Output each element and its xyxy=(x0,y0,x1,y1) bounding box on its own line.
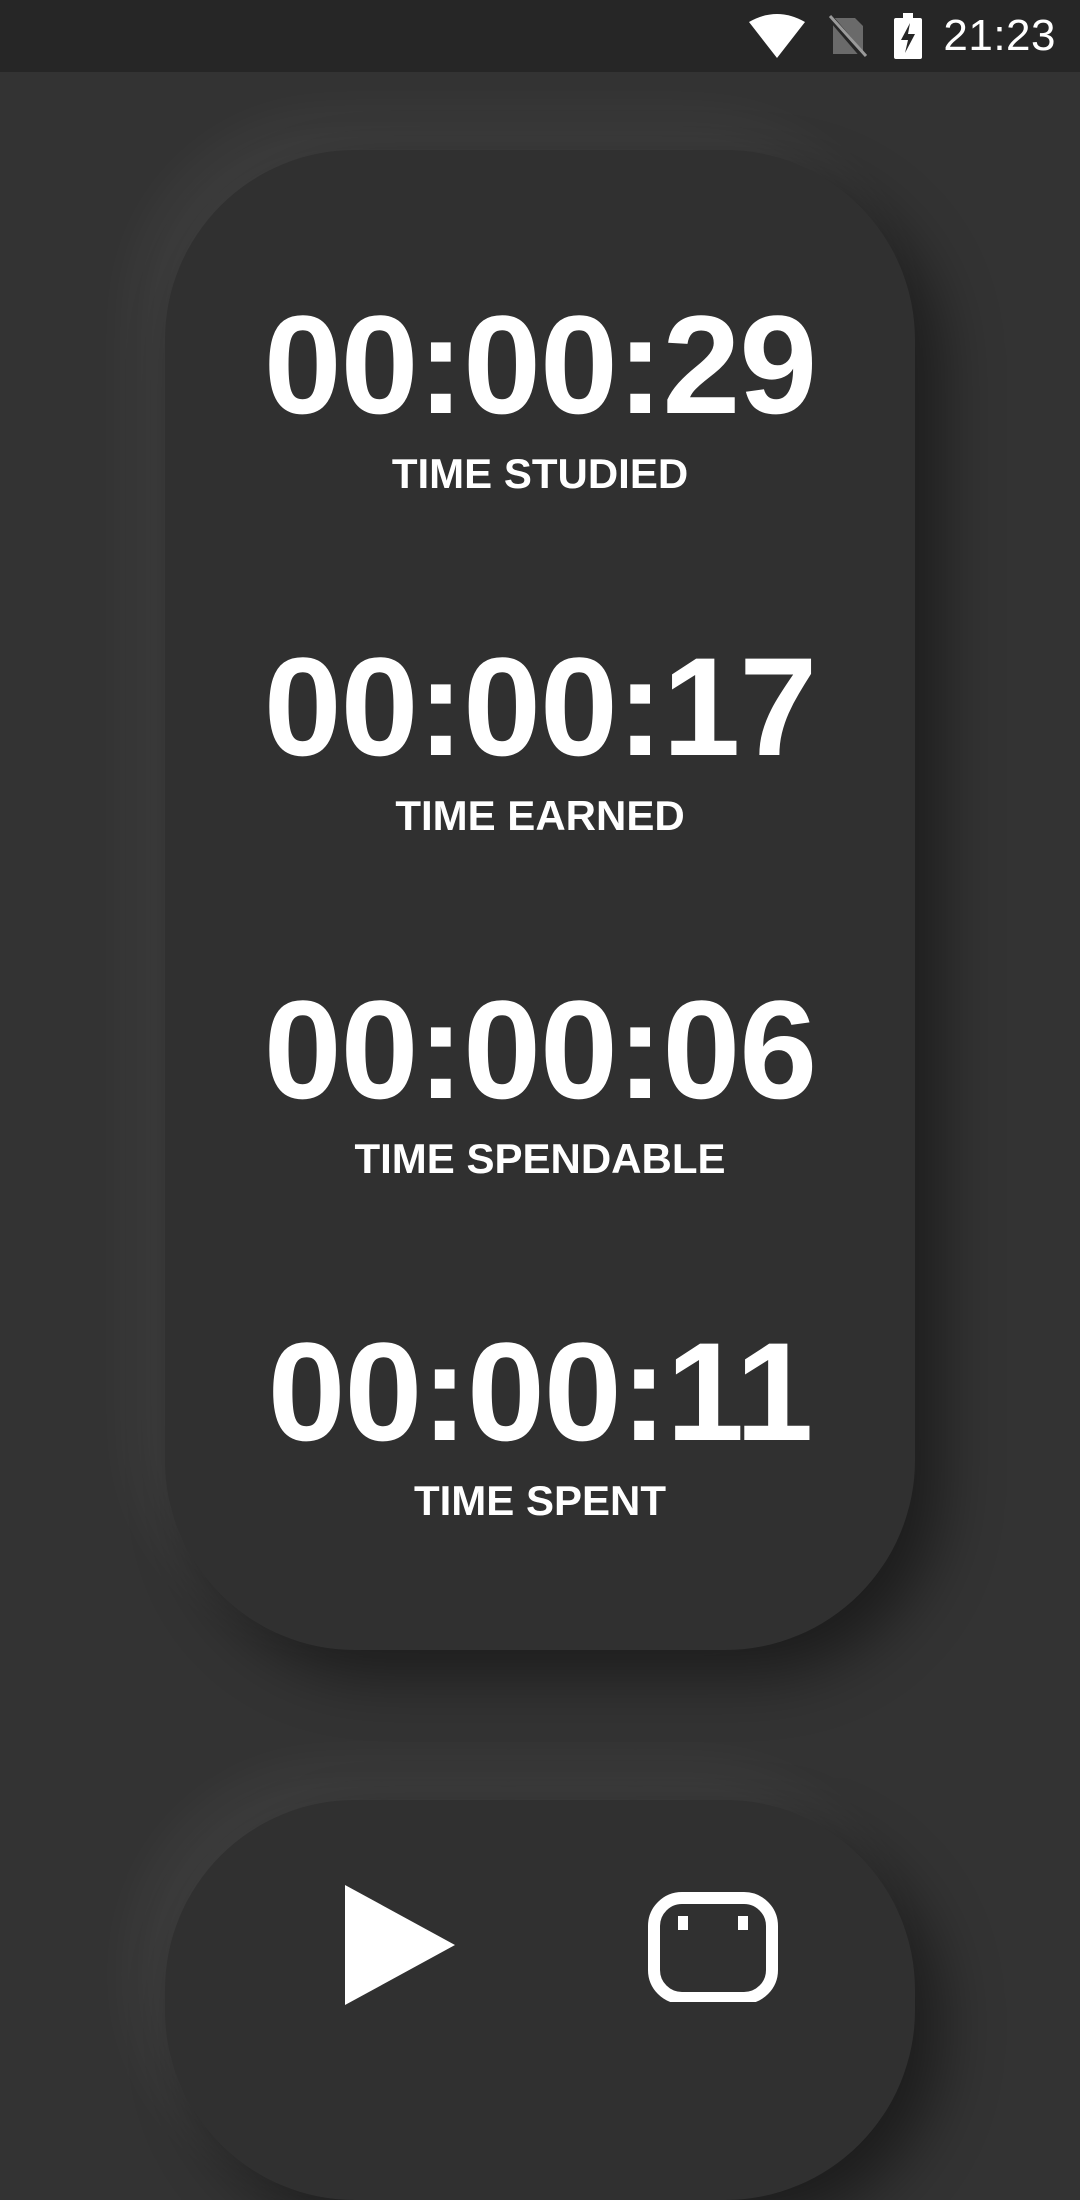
status-clock: 21:23 xyxy=(943,11,1056,60)
timer-spent: 00:00:11 TIME SPENT xyxy=(165,1322,915,1526)
time-studied-label: TIME STUDIED xyxy=(391,450,689,497)
controls-card xyxy=(165,1800,915,2200)
battery-charging-icon xyxy=(894,13,923,59)
timer-studied: 00:00:29 TIME STUDIED xyxy=(165,295,915,499)
time-spendable-label: TIME SPENDABLE xyxy=(354,1135,726,1182)
wallet-icon[interactable] xyxy=(648,1892,778,2002)
timer-spendable: 00:00:06 TIME SPENDABLE xyxy=(165,980,915,1184)
no-sim-icon xyxy=(827,14,868,58)
time-spent-value: 00:00:11 xyxy=(267,1313,814,1470)
timer-earned: 00:00:17 TIME EARNED xyxy=(165,637,915,841)
status-bar: 21:23 xyxy=(0,0,1080,72)
time-studied-value: 00:00:29 xyxy=(263,286,817,443)
timers-card: 00:00:29 TIME STUDIED 00:00:17 TIME EARN… xyxy=(165,150,915,1650)
play-icon[interactable] xyxy=(345,1885,455,2005)
status-icons: 21:23 xyxy=(749,0,1056,72)
time-earned-label: TIME EARNED xyxy=(395,792,685,839)
time-spendable-value: 00:00:06 xyxy=(263,971,817,1128)
wifi-icon xyxy=(749,14,806,58)
time-earned-value: 00:00:17 xyxy=(263,628,817,785)
time-spent-label: TIME SPENT xyxy=(413,1477,667,1524)
